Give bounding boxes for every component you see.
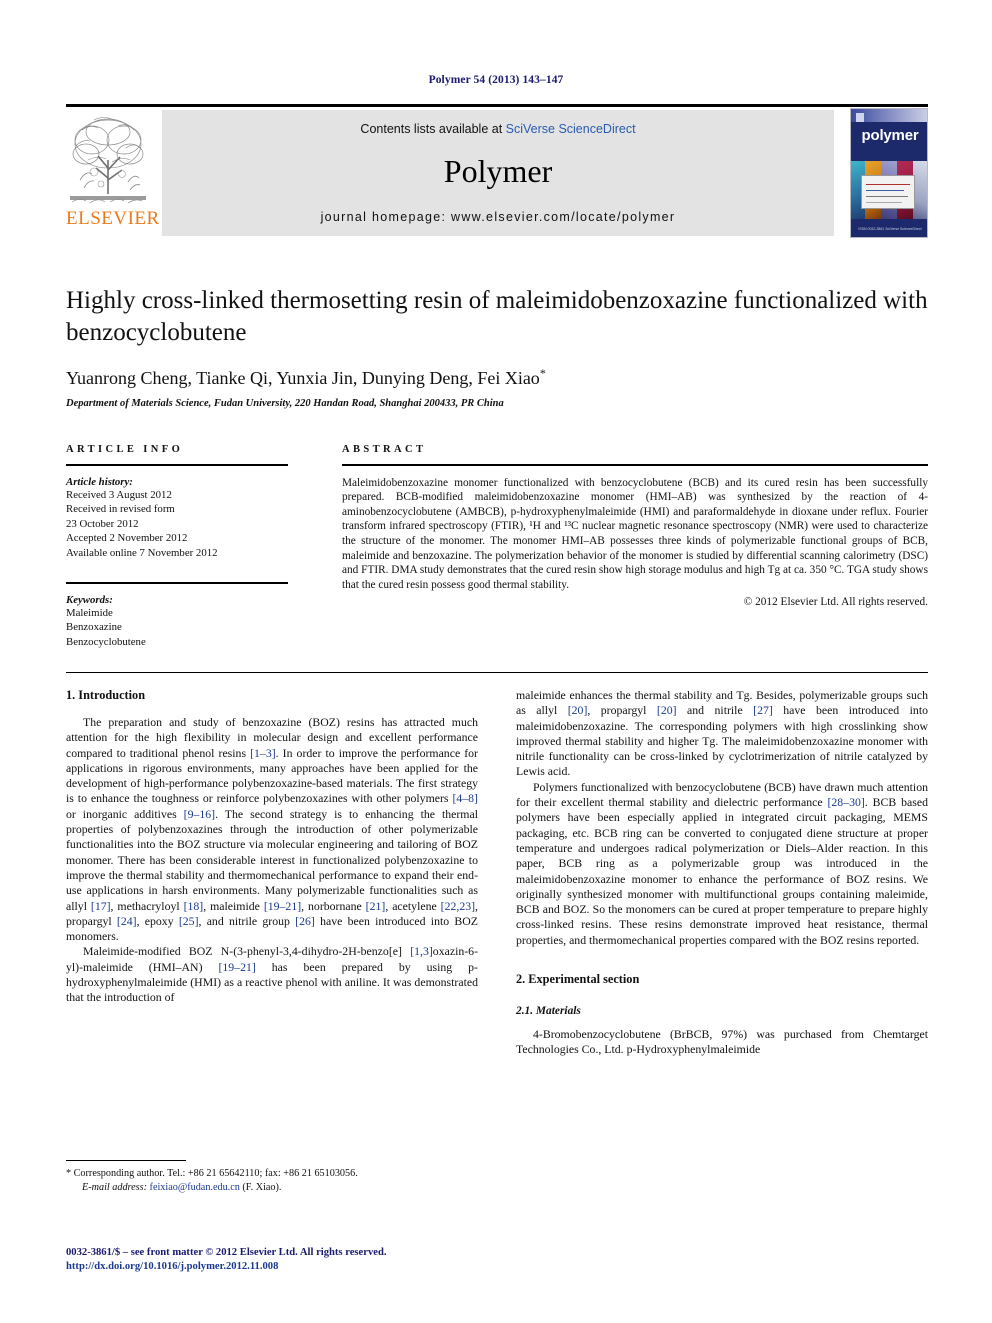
history-item: 23 October 2012 [66, 517, 139, 530]
body-separator-rule [66, 672, 928, 674]
section-heading-introduction: 1. Introduction [66, 688, 146, 702]
cover-badge-icon [856, 113, 864, 122]
abstract-column: ABSTRACT Maleimidobenzoxazine monomer fu… [342, 444, 928, 608]
elsevier-logo: ELSEVIER [66, 110, 160, 236]
corresponding-author-marker: * [539, 366, 546, 380]
article-page: Polymer 54 (2013) 143–147 ELSEVIER Conte… [0, 0, 992, 1323]
article-title: Highly cross-linked thermosetting resin … [66, 287, 928, 346]
cover-footer-text: ISSN 0032-3861 SciVerse ScienceDirect [858, 227, 922, 231]
email-owner: (F. Xiao). [242, 1181, 282, 1193]
section-heading-experimental: 2. Experimental section [516, 972, 640, 987]
sciencedirect-link[interactable]: SciVerse ScienceDirect [506, 122, 636, 136]
paragraph: Polymers functionalized with benzocyclob… [516, 779, 928, 947]
subsection-heading-materials: 2.1. Materials [516, 1005, 581, 1018]
footnote-corresponding-line: * Corresponding author. Tel.: +86 21 656… [66, 1167, 478, 1181]
journal-masthead: ELSEVIER Contents lists available at Sci… [66, 104, 928, 238]
footnote-corresponding-text: Corresponding author. Tel.: +86 21 65642… [73, 1168, 358, 1179]
right-column: maleimide enhances the thermal stability… [516, 688, 928, 1058]
paragraph: The preparation and study of benzoxazine… [66, 715, 478, 944]
abstract-heading: ABSTRACT [342, 444, 427, 455]
running-head: Polymer 54 (2013) 143–147 [428, 74, 564, 86]
article-history-label: Article history: [66, 475, 133, 488]
journal-homepage-link[interactable]: journal homepage: www.elsevier.com/locat… [162, 210, 834, 224]
keyword-item: Benzocyclobutene [66, 635, 146, 648]
article-info-column: ARTICLE INFO Article history: Received 3… [66, 444, 288, 649]
keyword-item: Benzoxazine [66, 621, 122, 634]
corresponding-author-footnote: * Corresponding author. Tel.: +86 21 656… [66, 1160, 478, 1194]
history-item: Received in revised form [66, 503, 175, 516]
keywords-label: Keywords: [66, 593, 113, 606]
abstract-copyright: © 2012 Elsevier Ltd. All rights reserved… [743, 596, 928, 609]
history-item: Accepted 2 November 2012 [66, 532, 188, 545]
issn-copyright-line: 0032-3861/$ – see front matter © 2012 El… [66, 1247, 387, 1258]
abstract-text: Maleimidobenzoxazine monomer functionali… [342, 476, 928, 591]
elsevier-wordmark: ELSEVIER [66, 208, 160, 229]
article-info-heading: ARTICLE INFO [66, 444, 184, 455]
page-footer: 0032-3861/$ – see front matter © 2012 El… [66, 1246, 566, 1274]
elsevier-tree-icon [68, 110, 148, 208]
contents-available-line: Contents lists available at SciVerse Sci… [162, 122, 834, 136]
footnote-rule [66, 1160, 186, 1161]
journal-cover-thumbnail: polymer ISSN 0032-3861 SciVerse ScienceD… [850, 108, 928, 238]
email-label: E-mail address: [82, 1181, 147, 1193]
cover-inset-figure [861, 175, 915, 209]
article-info-rule [66, 464, 288, 466]
history-item: Received 3 August 2012 [66, 488, 172, 501]
affiliation: Department of Materials Science, Fudan U… [66, 398, 504, 409]
paragraph: maleimide enhances the thermal stability… [516, 688, 928, 779]
paragraph: 4-Bromobenzocyclobutene (BrBCB, 97%) was… [516, 1027, 928, 1057]
email-link[interactable]: feixiao@fudan.edu.cn [150, 1182, 240, 1193]
sciencedirect-banner: Contents lists available at SciVerse Sci… [162, 110, 834, 236]
contents-available-text: Contents lists available at [360, 122, 506, 136]
author-list: Yuanrong Cheng, Tianke Qi, Yunxia Jin, D… [66, 366, 928, 389]
doi-link[interactable]: http://dx.doi.org/10.1016/j.polymer.2012… [66, 1260, 566, 1274]
footnote-email-line: E-mail address: feixiao@fudan.edu.cn (F.… [66, 1181, 478, 1195]
left-column: 1. Introduction The preparation and stud… [66, 688, 478, 1006]
history-item: Available online 7 November 2012 [66, 546, 218, 559]
title-block: Highly cross-linked thermosetting resin … [66, 285, 928, 409]
masthead-top-rule [66, 104, 928, 107]
paragraph: Maleimide-modified BOZ N-(3-phenyl-3,4-d… [66, 944, 478, 1005]
author-names: Yuanrong Cheng, Tianke Qi, Yunxia Jin, D… [66, 368, 540, 388]
footnote-star: * [66, 1168, 72, 1179]
journal-name: Polymer [443, 153, 553, 189]
keyword-item: Maleimide [66, 606, 113, 619]
keywords-rule [66, 582, 288, 584]
cover-journal-title: polymer [861, 127, 919, 144]
abstract-rule [342, 464, 928, 466]
